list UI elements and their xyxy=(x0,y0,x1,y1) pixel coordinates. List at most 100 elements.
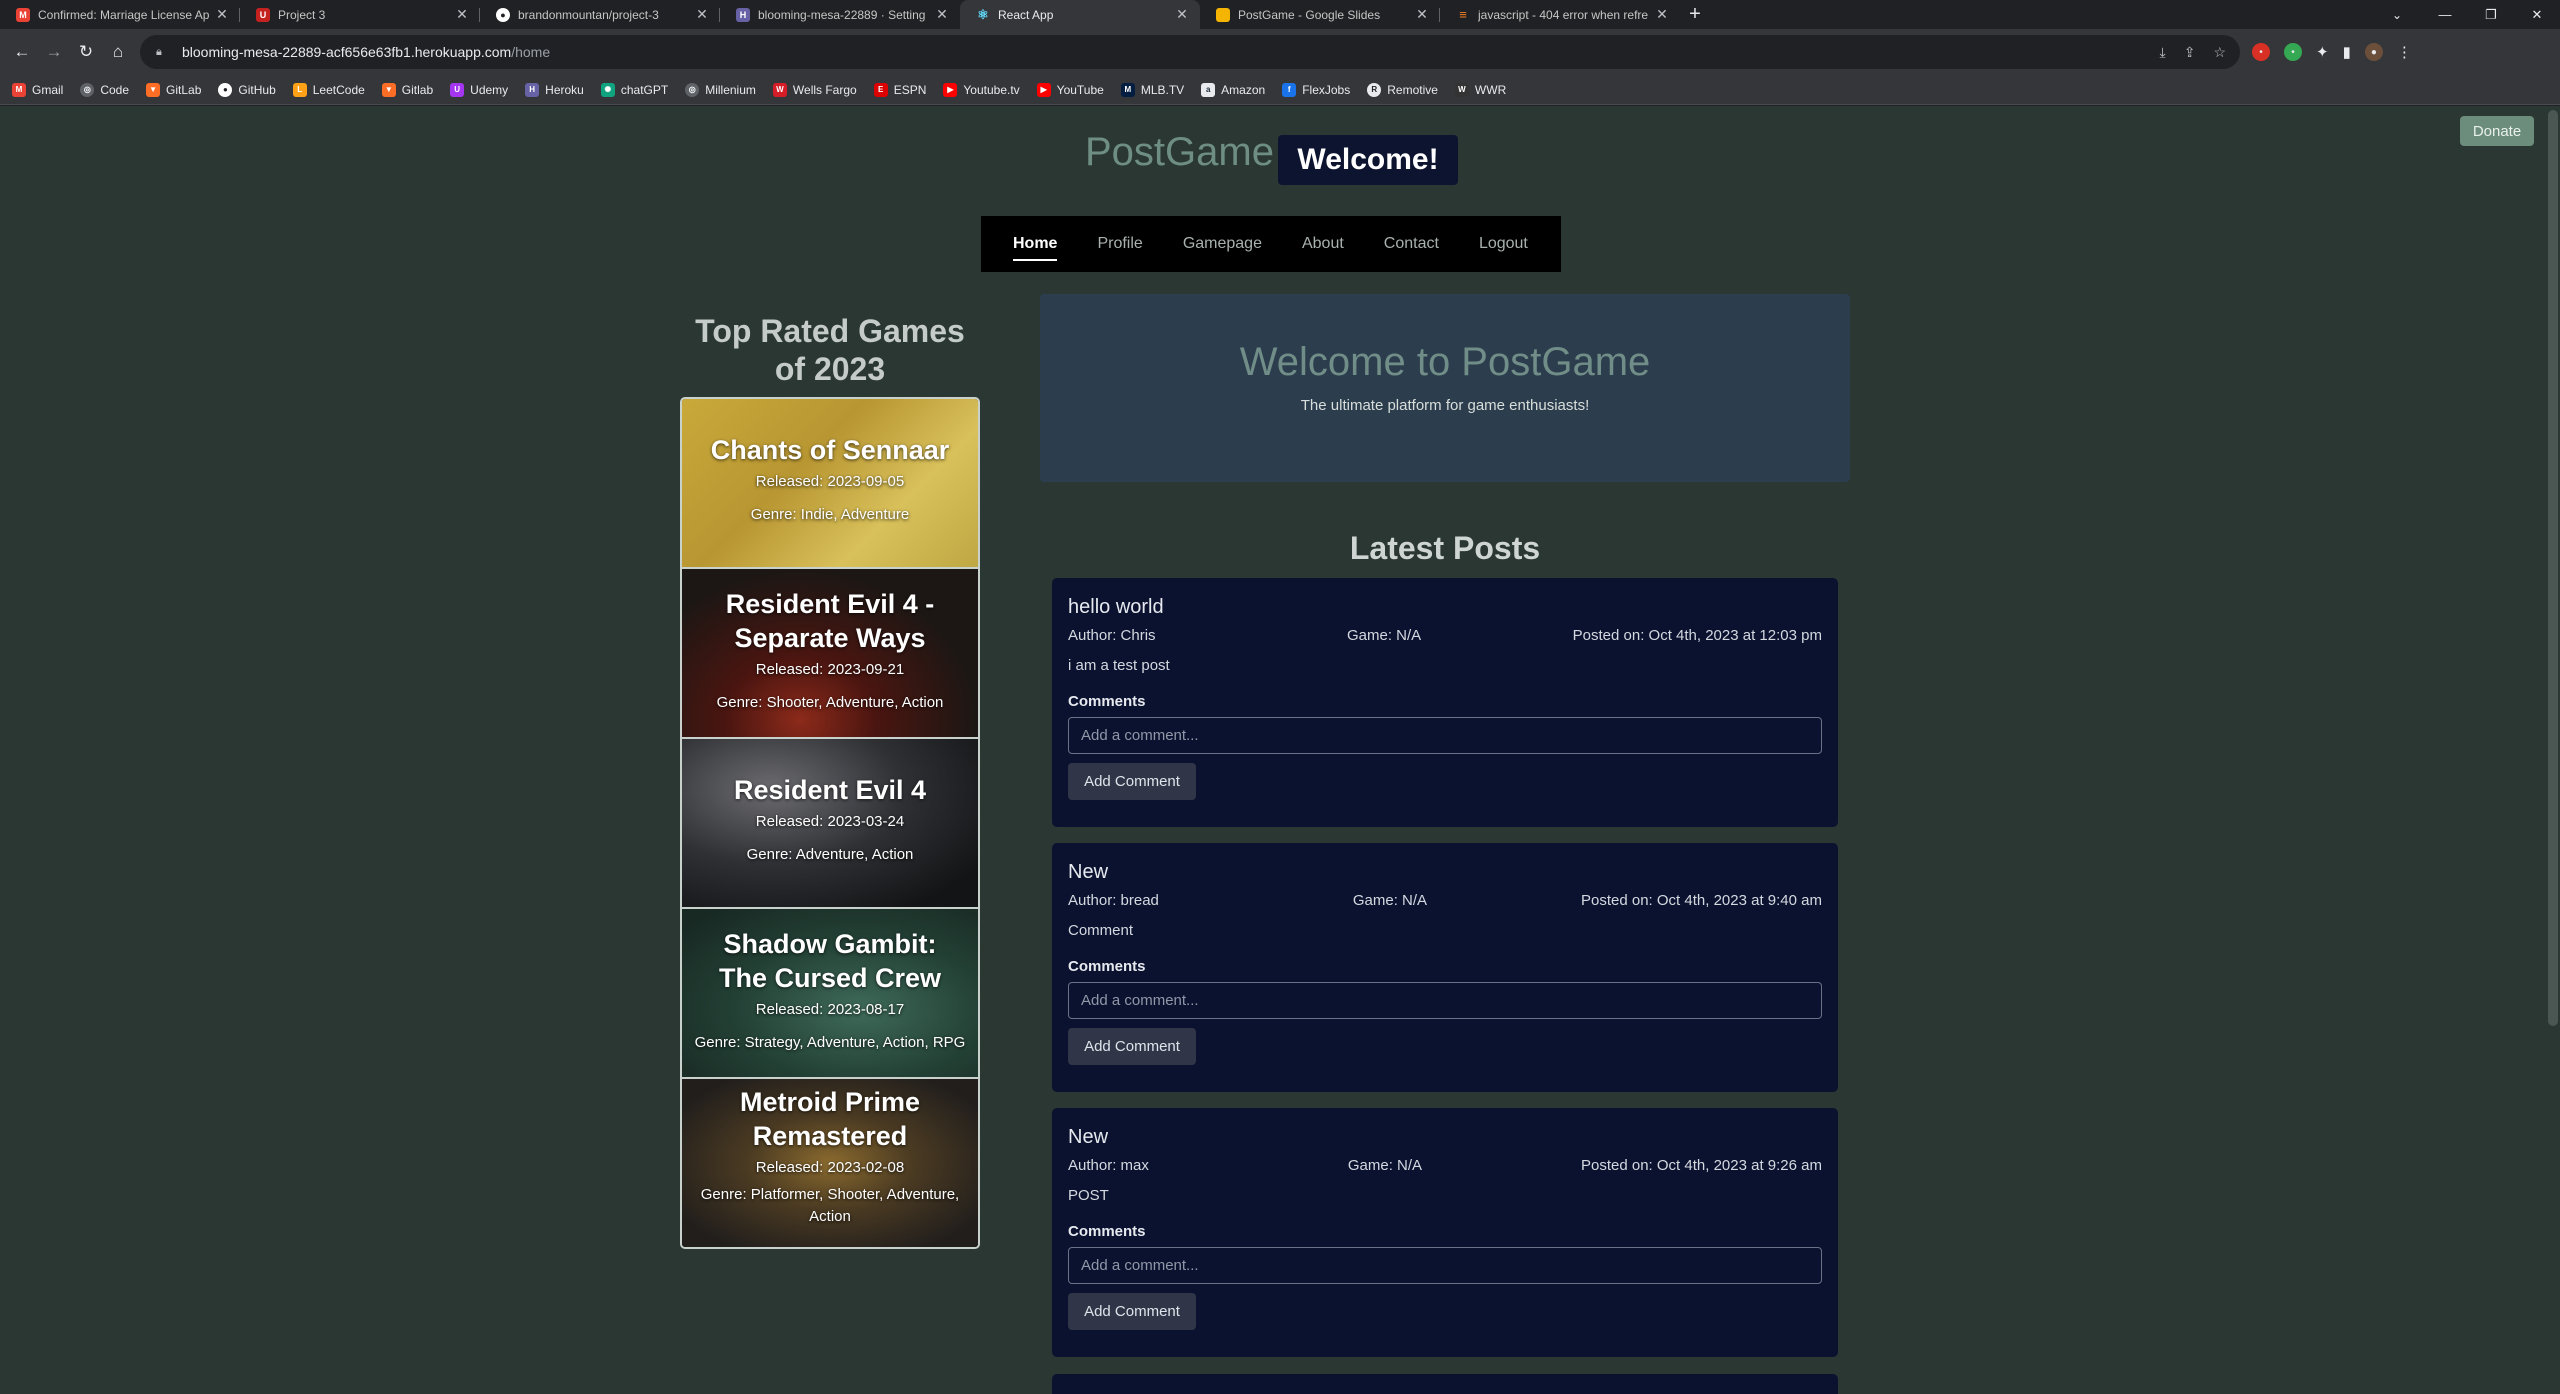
bookmark-millenium[interactable]: ◎ Millenium xyxy=(685,82,756,97)
bookmark-label: Gmail xyxy=(32,82,64,97)
bookmark-mlb-tv[interactable]: M MLB.TV xyxy=(1120,82,1184,97)
comment-input[interactable] xyxy=(1068,717,1822,754)
side-panel-icon[interactable]: ▮ xyxy=(2343,43,2351,61)
bookmark-youtube-tv[interactable]: ▶ Youtube.tv xyxy=(943,82,1020,97)
tab-title: blooming-mesa-22889 · Setting xyxy=(758,7,926,22)
new-tab-button[interactable]: + xyxy=(1680,0,1710,29)
close-icon[interactable]: ✕ xyxy=(694,6,710,23)
bookmark-udemy[interactable]: U Udemy xyxy=(450,82,509,97)
browser-tab[interactable]: U Project 3 ✕ xyxy=(240,0,480,29)
game-card[interactable]: Shadow Gambit: The Cursed Crew Released:… xyxy=(682,909,978,1079)
heroku-icon: H xyxy=(525,82,540,97)
minimize-icon[interactable]: — xyxy=(2422,0,2468,29)
bookmark-gitlab[interactable]: ▼ GitLab xyxy=(146,82,201,97)
globe-icon: ◎ xyxy=(80,82,95,97)
bookmark-remotive[interactable]: R Remotive xyxy=(1367,82,1438,97)
browser-tab-active[interactable]: ⚛ React App ✕ xyxy=(960,0,1200,29)
bookmark-flexjobs[interactable]: f FlexJobs xyxy=(1282,82,1350,97)
bookmark-heroku[interactable]: H Heroku xyxy=(525,82,584,97)
bookmark-youtube[interactable]: ▶ YouTube xyxy=(1036,82,1104,97)
post-date: Posted on: Oct 4th, 2023 at 9:40 am xyxy=(1581,892,1822,909)
bookmarks-bar: M Gmail ◎ Code ▼ GitLab ● GitHub L LeetCode ▼… xyxy=(0,75,2560,105)
wwr-icon: W xyxy=(1454,82,1469,97)
close-icon[interactable]: ✕ xyxy=(454,6,470,23)
menu-kebab-icon[interactable]: ⋮ xyxy=(2397,43,2412,61)
donate-button[interactable]: Donate xyxy=(2460,116,2534,146)
url-host: blooming-mesa-22889-acf656e63fb1.herokua… xyxy=(182,44,512,60)
add-comment-button[interactable]: Add Comment xyxy=(1068,1293,1196,1330)
bookmark-gitlab-2[interactable]: ▼ Gitlab xyxy=(381,82,433,97)
back-icon[interactable]: ← xyxy=(6,29,38,75)
lock-icon[interactable]: 🔒︎ xyxy=(156,46,170,59)
post-author: Author: bread xyxy=(1068,892,1159,909)
game-name: Shadow Gambit: The Cursed Crew xyxy=(718,929,942,993)
bookmark-wells-fargo[interactable]: W Wells Fargo xyxy=(772,82,857,97)
game-release-date: Released: 2023-08-17 xyxy=(755,1001,905,1018)
browser-tab-strip: M Confirmed: Marriage License Ap ✕ U Pro… xyxy=(0,0,2560,29)
mlb-icon: M xyxy=(1120,82,1135,97)
game-card[interactable]: Resident Evil 4 Released: 2023-03-24 Gen… xyxy=(682,739,978,909)
close-window-icon[interactable]: ✕ xyxy=(2514,0,2560,29)
bookmark-label: Heroku xyxy=(545,82,584,97)
extension-icon[interactable]: • xyxy=(2284,43,2302,61)
game-card[interactable]: Resident Evil 4 - Separate Ways Released… xyxy=(682,569,978,739)
close-icon[interactable]: ✕ xyxy=(1414,6,1430,23)
welcome-badge: Welcome! xyxy=(1278,135,1458,185)
bookmark-leetcode[interactable]: L LeetCode xyxy=(292,82,365,97)
leetcode-icon: L xyxy=(292,82,307,97)
bookmark-wwr[interactable]: W WWR xyxy=(1454,82,1506,97)
tab-title: Confirmed: Marriage License Ap xyxy=(38,7,210,22)
game-genre: Genre: Strategy, Adventure, Action, RPG xyxy=(694,1034,966,1051)
nav-gamepage[interactable]: Gamepage xyxy=(1183,235,1262,253)
add-comment-button[interactable]: Add Comment xyxy=(1068,763,1196,800)
game-card[interactable]: Metroid Prime Remastered Released: 2023-… xyxy=(682,1079,978,1247)
reload-icon[interactable]: ↻ xyxy=(70,29,102,75)
browser-tab[interactable]: H blooming-mesa-22889 · Setting ✕ xyxy=(720,0,960,29)
nav-about[interactable]: About xyxy=(1302,235,1344,253)
browser-tab[interactable]: ● brandonmountan/project-3 ✕ xyxy=(480,0,720,29)
game-release-date: Released: 2023-02-08 xyxy=(755,1159,905,1176)
restore-icon[interactable]: ❐ xyxy=(2468,0,2514,29)
bookmark-label: Udemy xyxy=(470,82,509,97)
nav-profile[interactable]: Profile xyxy=(1097,235,1142,253)
comments-label: Comments xyxy=(1068,958,1146,975)
browser-tab[interactable]: ≡ javascript - 404 error when refre ✕ xyxy=(1440,0,1680,29)
bookmark-chatgpt[interactable]: ✺ chatGPT xyxy=(600,82,668,97)
profile-avatar-icon[interactable]: ● xyxy=(2364,43,2383,61)
close-icon[interactable]: ✕ xyxy=(1654,6,1670,23)
bookmark-star-icon[interactable]: ☆ xyxy=(2213,44,2226,61)
scrollbar-thumb[interactable] xyxy=(2548,110,2558,1026)
gmail-icon: M xyxy=(16,7,30,22)
tab-title: PostGame - Google Slides xyxy=(1238,7,1381,22)
extension-icon[interactable]: • xyxy=(2252,43,2270,61)
bookmark-github[interactable]: ● GitHub xyxy=(218,82,276,97)
close-icon[interactable]: ✕ xyxy=(214,6,230,23)
tab-search-icon[interactable]: ⌄ xyxy=(2382,0,2412,29)
bookmark-amazon[interactable]: a Amazon xyxy=(1201,82,1265,97)
add-comment-button[interactable]: Add Comment xyxy=(1068,1028,1196,1065)
game-card[interactable]: Chants of Sennaar Released: 2023-09-05 G… xyxy=(682,399,978,569)
close-icon[interactable]: ✕ xyxy=(1174,6,1190,23)
browser-tab[interactable]: PostGame - Google Slides ✕ xyxy=(1200,0,1440,29)
share-icon[interactable]: ⇪ xyxy=(2184,44,2196,61)
hero-banner: Welcome to PostGame The ultimate platfor… xyxy=(1040,294,1850,482)
bookmark-gmail[interactable]: M Gmail xyxy=(12,82,64,97)
extensions-puzzle-icon[interactable]: ✦ xyxy=(2316,43,2329,61)
install-icon[interactable]: ⤓ xyxy=(2160,44,2166,61)
bookmark-espn[interactable]: E ESPN xyxy=(873,82,926,97)
close-icon[interactable]: ✕ xyxy=(934,6,950,23)
nav-contact[interactable]: Contact xyxy=(1384,235,1439,253)
page-viewport: Donate PostGame Welcome! Home Profile Ga… xyxy=(0,106,2560,1394)
address-bar[interactable]: 🔒︎ blooming-mesa-22889-acf656e63fb1.hero… xyxy=(140,35,2240,69)
post-card xyxy=(1052,1374,1838,1394)
heroku-icon: H xyxy=(736,7,750,22)
browser-tab[interactable]: M Confirmed: Marriage License Ap ✕ xyxy=(0,0,240,29)
page-scrollbar[interactable] xyxy=(2545,106,2560,1394)
nav-logout[interactable]: Logout xyxy=(1479,235,1528,253)
comment-input[interactable] xyxy=(1068,982,1822,1019)
nav-home[interactable]: Home xyxy=(1013,235,1058,261)
home-icon[interactable]: ⌂ xyxy=(102,29,134,75)
bookmark-code[interactable]: ◎ Code xyxy=(80,82,129,97)
forward-icon[interactable]: → xyxy=(38,29,70,75)
comment-input[interactable] xyxy=(1068,1247,1822,1284)
